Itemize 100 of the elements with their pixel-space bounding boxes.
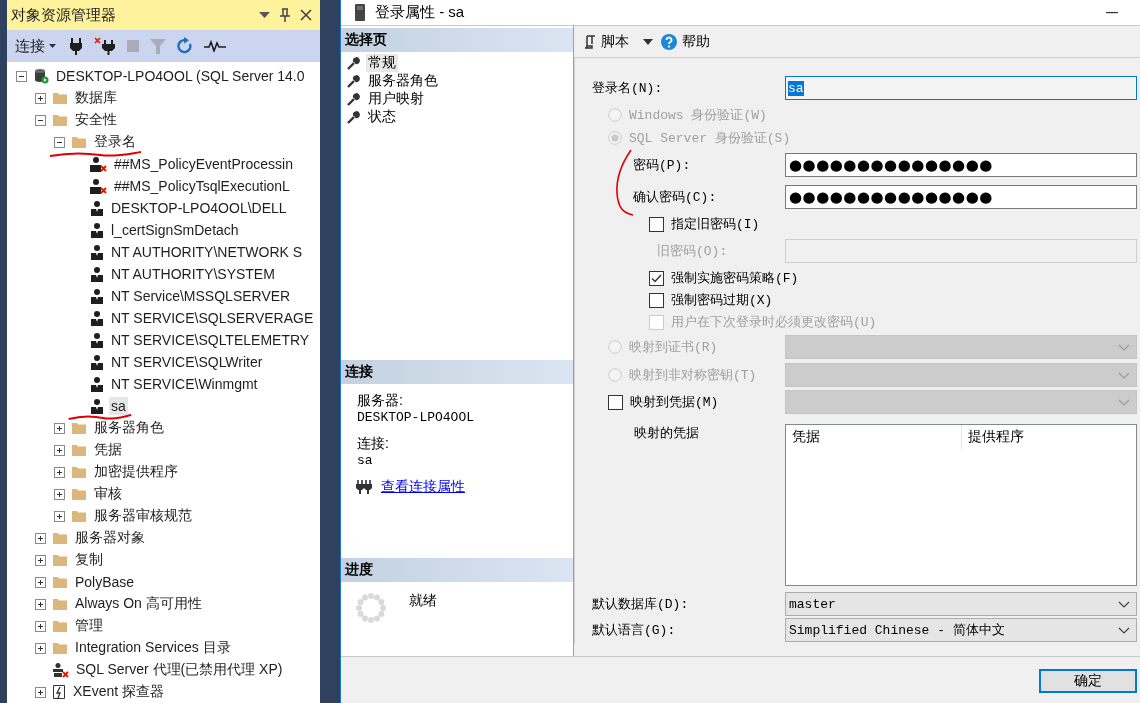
help-button[interactable]: 帮助	[661, 32, 710, 51]
dropdown[interactable]: master	[785, 592, 1137, 616]
minimize-icon[interactable]	[1106, 11, 1118, 14]
tree-item[interactable]: 凭据	[92, 440, 124, 460]
field-label: 映射的凭据	[634, 425, 699, 442]
refresh-icon[interactable]	[177, 37, 193, 55]
dropdown[interactable]: Simplified Chinese - 简体中文	[785, 618, 1137, 642]
collapse-icon[interactable]	[34, 114, 46, 126]
page-item[interactable]: 常规	[366, 54, 398, 72]
tree-item[interactable]: SQL Server 代理(已禁用代理 XP)	[74, 660, 285, 680]
dropdown-value: master	[789, 596, 836, 612]
expand-icon[interactable]	[34, 554, 46, 566]
expand-icon[interactable]	[53, 510, 65, 522]
user-icon	[90, 354, 104, 370]
tree-item[interactable]: 审核	[92, 484, 124, 504]
tree-item[interactable]: NT SERVICE\SQLSERVERAGE	[109, 309, 316, 327]
close-icon[interactable]	[300, 9, 312, 21]
expand-icon[interactable]	[53, 444, 65, 456]
checkbox-label: 强制实施密码策略(F)	[671, 270, 799, 287]
collapse-icon[interactable]	[15, 70, 27, 82]
tree-item[interactable]: NT SERVICE\SQLWriter	[109, 353, 265, 371]
expand-icon[interactable]	[34, 532, 46, 544]
radio-label: 映射到非对称密钥(T)	[629, 367, 757, 384]
tree-item[interactable]: NT AUTHORITY\SYSTEM	[109, 265, 277, 283]
tree-item[interactable]: Integration Services 目录	[73, 638, 233, 658]
expand-icon[interactable]	[34, 642, 46, 654]
ok-button[interactable]: 确定	[1039, 668, 1137, 693]
checkbox[interactable]	[608, 394, 623, 410]
expand-icon[interactable]	[53, 422, 65, 434]
column-header[interactable]: 提供程序	[960, 425, 1136, 449]
page-item[interactable]: 服务器角色	[366, 72, 440, 90]
tree-item[interactable]: sa	[109, 397, 128, 415]
pulse-icon[interactable]	[204, 40, 226, 52]
login-name-field[interactable]: sa	[785, 76, 1137, 100]
expand-icon[interactable]	[34, 620, 46, 632]
tree-item[interactable]: NT Service\MSSQLSERVER	[109, 287, 293, 305]
plug-icon	[355, 480, 373, 494]
tree-item[interactable]: NT AUTHORITY\NETWORK S	[109, 243, 305, 261]
expand-icon[interactable]	[53, 488, 65, 500]
expand-icon[interactable]	[34, 92, 46, 104]
section-header: 连接	[341, 360, 573, 384]
expand-icon[interactable]	[53, 466, 65, 478]
script-button[interactable]: 脚本	[584, 32, 629, 51]
chevron-icon	[1118, 600, 1130, 608]
server-tower-icon	[355, 4, 365, 21]
tree-item[interactable]: XEvent 探查器	[71, 682, 167, 702]
wrench-icon	[347, 92, 360, 106]
chevron-icon	[1118, 343, 1130, 351]
chevron-icon	[1118, 371, 1130, 379]
tree-item[interactable]: 服务器对象	[73, 528, 147, 548]
user-icon	[90, 266, 104, 282]
connection-properties-link[interactable]: 查看连接属性	[381, 478, 465, 496]
radio-label: SQL Server 身份验证(S)	[629, 129, 791, 147]
page-bolt-icon	[52, 684, 66, 700]
collapse-icon[interactable]	[53, 136, 65, 148]
folder-icon	[52, 531, 68, 545]
expand-icon[interactable]	[34, 598, 46, 610]
wrench-icon	[347, 110, 360, 124]
expand-icon[interactable]	[34, 576, 46, 588]
user-icon	[90, 376, 104, 392]
folder-icon	[52, 575, 68, 589]
tree-item[interactable]: 复制	[73, 550, 105, 570]
section-header: 进度	[341, 558, 573, 582]
expand-icon[interactable]	[34, 686, 46, 698]
column-header[interactable]: 凭据	[786, 425, 961, 449]
page-item[interactable]: 状态	[366, 108, 398, 126]
tree-item[interactable]: 登录名	[92, 132, 138, 152]
tree-item[interactable]: 服务器角色	[92, 418, 166, 438]
caret-icon[interactable]	[643, 38, 653, 45]
plug-cross-icon[interactable]	[94, 37, 116, 55]
tree-item[interactable]: ##MS_PolicyTsqlExecutionL	[112, 177, 292, 195]
pin-icon[interactable]	[280, 8, 290, 22]
connect-button[interactable]: 连接	[13, 36, 58, 56]
plug-icon[interactable]	[69, 37, 83, 55]
folder-icon	[52, 553, 68, 567]
tree-item[interactable]: DESKTOP-LPO4OOL (SQL Server 14.0	[54, 67, 307, 85]
field-label: 旧密码(O):	[657, 243, 728, 260]
user-icon	[90, 288, 104, 304]
tree-item[interactable]: 加密提供程序	[92, 462, 180, 482]
tree-item[interactable]: DESKTOP-LPO4OOL\DELL	[109, 199, 289, 217]
page-item[interactable]: 用户映射	[366, 90, 426, 108]
connection-user: sa	[357, 453, 374, 468]
dropdown-icon[interactable]	[259, 12, 270, 18]
wrench-icon	[347, 56, 360, 70]
checkbox-label: 指定旧密码(I)	[671, 216, 760, 233]
folder-icon	[52, 91, 68, 105]
tree-item[interactable]: PolyBase	[73, 573, 137, 591]
tree-item[interactable]: 数据库	[73, 88, 119, 108]
chevron-icon	[1118, 398, 1130, 406]
tree-item[interactable]: NT SERVICE\Winmgmt	[109, 375, 260, 393]
tree-item[interactable]: ##MS_PolicyEventProcessin	[112, 155, 295, 173]
user-icon	[90, 244, 104, 260]
field-label: 确认密码(C):	[633, 189, 717, 206]
tree-item[interactable]: 管理	[73, 616, 105, 636]
tree-item[interactable]: l_certSignSmDetach	[109, 221, 241, 239]
chevron-icon	[1118, 626, 1130, 634]
tree-item[interactable]: NT SERVICE\SQLTELEMETRY	[109, 331, 312, 349]
tree-item[interactable]: Always On 高可用性	[73, 594, 204, 614]
tree-item[interactable]: 安全性	[73, 110, 119, 130]
tree-item[interactable]: 服务器审核规范	[92, 506, 194, 526]
